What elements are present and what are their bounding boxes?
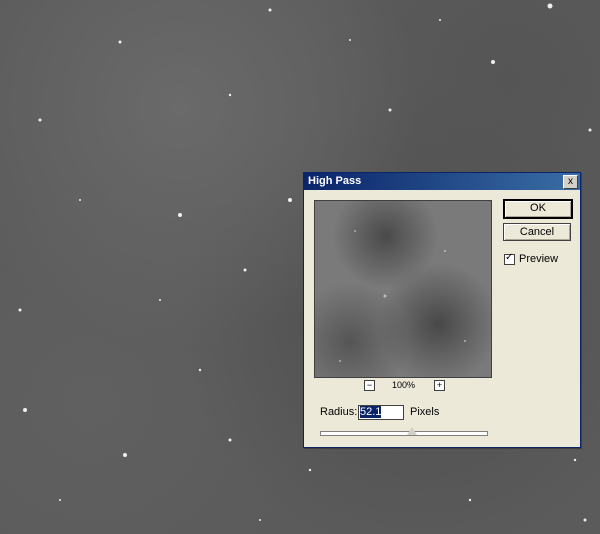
radius-value: 52.1 xyxy=(360,406,382,418)
radius-slider-thumb[interactable] xyxy=(407,427,418,435)
zoom-in-icon[interactable]: + xyxy=(434,380,445,391)
filter-preview[interactable] xyxy=(314,200,492,378)
checkmark-icon: ✓ xyxy=(505,251,514,263)
preview-checkbox[interactable]: ✓ xyxy=(504,251,515,265)
ok-button[interactable]: OK xyxy=(503,199,573,219)
zoom-controls: − 100% + xyxy=(364,380,454,392)
radius-slider[interactable] xyxy=(320,427,488,436)
high-pass-dialog: High Pass x − 100% + OK Cancel ✓ Preview … xyxy=(303,172,581,448)
cancel-button[interactable]: Cancel xyxy=(503,223,571,241)
preview-toggle[interactable]: ✓ Preview xyxy=(504,251,559,265)
radius-unit: Pixels xyxy=(410,406,440,418)
radius-row: Radius: 52.1 Pixels xyxy=(320,405,439,420)
close-icon[interactable]: x xyxy=(563,175,578,189)
zoom-level: 100% xyxy=(392,380,416,390)
dialog-title: High Pass xyxy=(308,175,362,187)
preview-label: Preview xyxy=(519,253,559,265)
radius-input[interactable]: 52.1 xyxy=(358,405,404,420)
radius-label: Radius: xyxy=(320,406,358,418)
preview-noise xyxy=(339,230,466,362)
zoom-out-icon[interactable]: − xyxy=(364,380,375,391)
dialog-titlebar[interactable]: High Pass x xyxy=(304,173,580,190)
